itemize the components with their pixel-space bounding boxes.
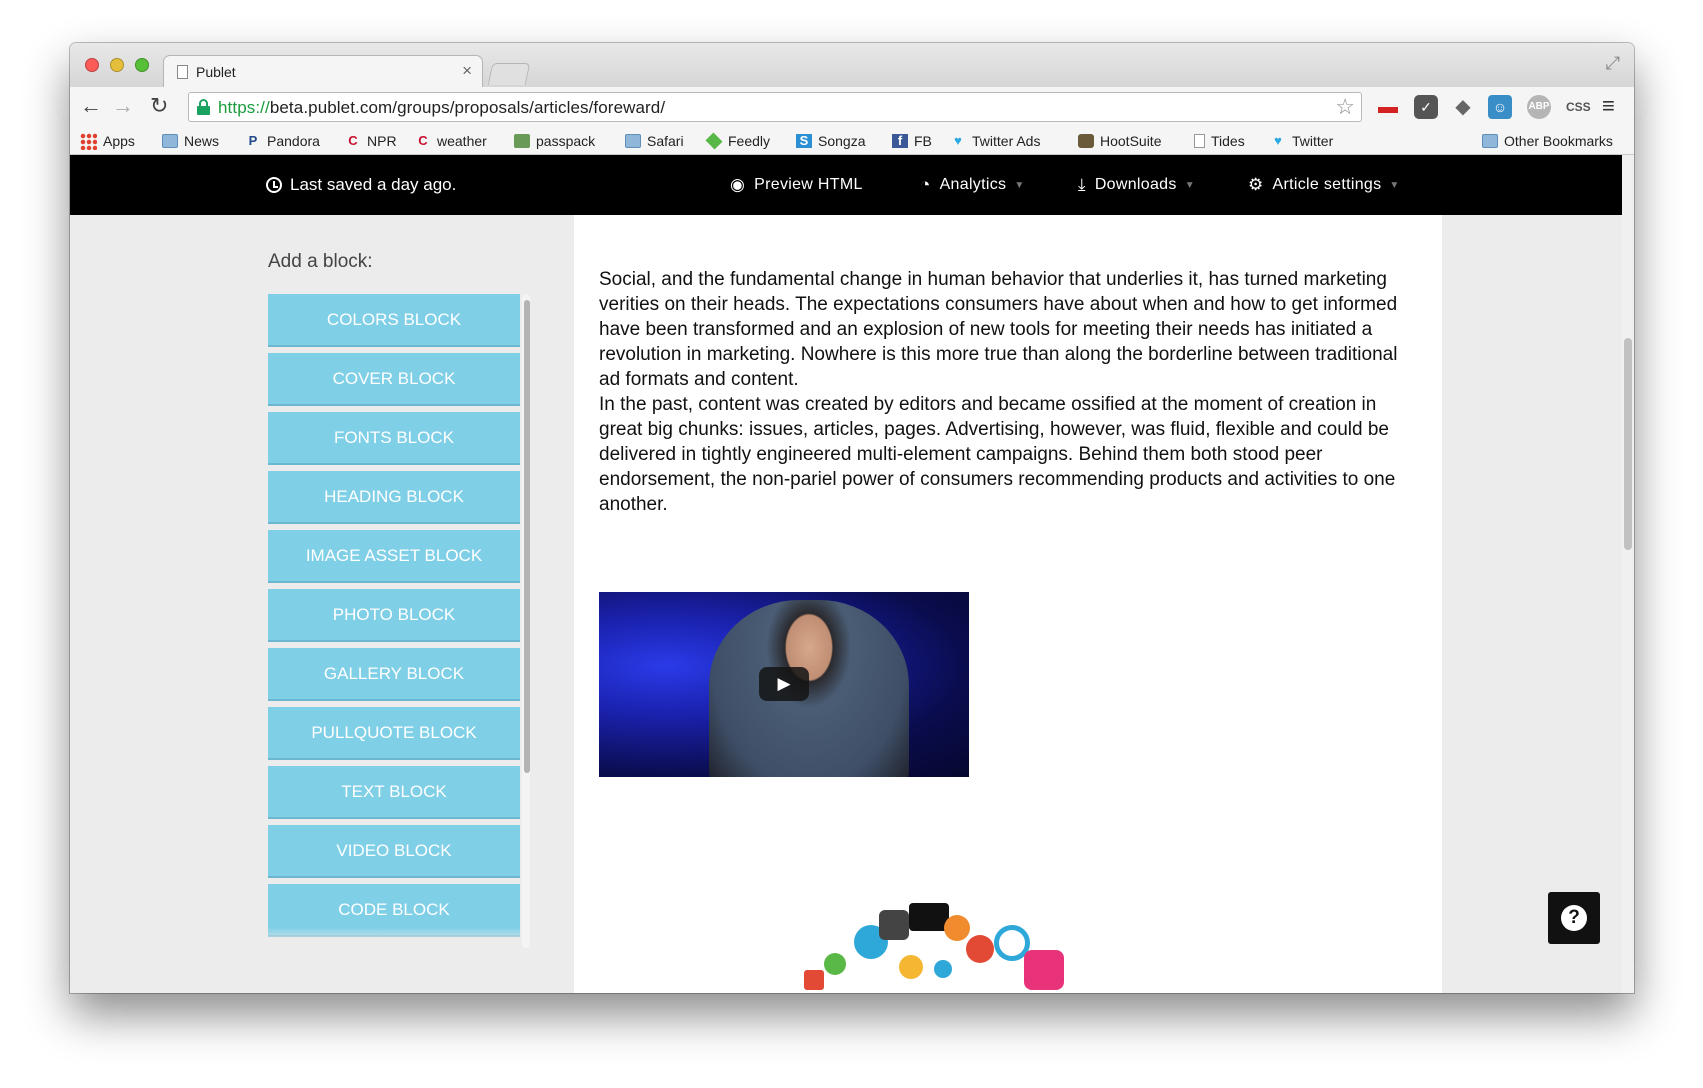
editor-header: Last saved a day ago. ◉ Preview HTML ◔ A… bbox=[70, 155, 1622, 215]
video-embed[interactable]: ▶ bbox=[599, 592, 969, 777]
folder-icon bbox=[162, 134, 178, 148]
article-settings-menu[interactable]: ⚙ Article settings ▼ bbox=[1248, 175, 1400, 195]
reload-button[interactable]: ↻ bbox=[150, 93, 168, 119]
page-scrollbar[interactable] bbox=[1622, 155, 1634, 993]
add-block-heading: Add a block: bbox=[268, 251, 373, 272]
browser-window: Publet × ⤢ ← → ↻ https://beta.publet.com… bbox=[70, 43, 1634, 993]
video-block-button[interactable]: VIDEO BLOCK bbox=[268, 825, 520, 876]
songza-icon: S bbox=[796, 134, 812, 148]
title-bar: Publet × ⤢ bbox=[70, 43, 1634, 88]
help-button[interactable]: ? bbox=[1548, 892, 1600, 944]
hamburger-menu-icon[interactable]: ≡ bbox=[1602, 93, 1615, 119]
passpack-icon bbox=[514, 134, 530, 148]
article-canvas: Social, and the fundamental change in hu… bbox=[574, 215, 1442, 993]
block-sidebar: Add a block: COLORS BLOCK COVER BLOCK FO… bbox=[70, 215, 572, 993]
sidebar-scroll-thumb[interactable] bbox=[524, 300, 530, 773]
bookmark-other[interactable]: Other Bookmarks bbox=[1482, 131, 1613, 151]
bookmark-npr[interactable]: C NPR bbox=[345, 131, 396, 151]
article-paragraph: Social, and the fundamental change in hu… bbox=[599, 269, 1398, 390]
play-icon[interactable]: ▶ bbox=[759, 667, 809, 701]
bookmark-weather[interactable]: Cweather bbox=[415, 131, 487, 151]
heading-block-button[interactable]: HEADING BLOCK bbox=[268, 471, 520, 522]
bookmark-safari[interactable]: Safari bbox=[625, 131, 684, 151]
caret-down-icon: ▼ bbox=[1389, 179, 1400, 191]
fullscreen-icon[interactable]: ⤢ bbox=[1606, 53, 1620, 74]
twitter-icon: ♥ bbox=[1274, 133, 1282, 148]
bookmark-hootsuite[interactable]: HootSuite bbox=[1078, 131, 1161, 151]
page-icon bbox=[1194, 134, 1205, 148]
colors-block-button[interactable]: COLORS BLOCK bbox=[268, 294, 520, 345]
bookmark-twitter-ads[interactable]: ♥ Twitter Ads bbox=[950, 131, 1040, 151]
pandora-icon: P bbox=[248, 133, 258, 148]
icon-cloud-illustration bbox=[704, 895, 1104, 993]
weather-icon: C bbox=[418, 133, 428, 148]
folder-icon bbox=[625, 134, 641, 148]
tab-publet[interactable]: Publet × bbox=[163, 55, 483, 88]
bookmark-pandora[interactable]: P Pandora bbox=[245, 131, 320, 151]
tab-close-icon[interactable]: × bbox=[462, 61, 472, 81]
css-viewer-icon[interactable]: CSS bbox=[1566, 95, 1591, 119]
browser-toolbar: ← → ↻ https://beta.publet.com/groups/pro… bbox=[70, 87, 1634, 127]
save-status: Last saved a day ago. bbox=[266, 175, 456, 195]
pullquote-block-button[interactable]: PULLQUOTE BLOCK bbox=[268, 707, 520, 758]
extension-owl-icon[interactable]: ☺ bbox=[1488, 95, 1512, 119]
bookmark-news[interactable]: News bbox=[162, 131, 219, 151]
cover-block-button[interactable]: COVER BLOCK bbox=[268, 353, 520, 404]
lock-icon bbox=[197, 99, 210, 115]
preview-html-button[interactable]: ◉ Preview HTML bbox=[730, 175, 863, 195]
facebook-icon: f bbox=[892, 134, 908, 148]
bookmark-passpack[interactable]: passpack bbox=[514, 131, 595, 151]
extension-sofa-icon[interactable]: ▬ bbox=[1376, 95, 1400, 119]
question-icon: ? bbox=[1561, 905, 1587, 931]
new-tab-button[interactable] bbox=[487, 63, 531, 85]
block-list[interactable]: COLORS BLOCK COVER BLOCK FONTS BLOCK HEA… bbox=[268, 294, 520, 948]
twitter-icon: ♥ bbox=[954, 133, 962, 148]
back-button[interactable]: ← bbox=[80, 93, 102, 119]
bookmark-fb[interactable]: f FB bbox=[892, 131, 932, 151]
clock-icon bbox=[266, 177, 282, 193]
photo-block-button[interactable]: PHOTO BLOCK bbox=[268, 589, 520, 640]
download-icon: ⤓ bbox=[1078, 175, 1086, 194]
tab-title: Publet bbox=[196, 64, 236, 80]
gear-icon: ⚙ bbox=[1248, 175, 1264, 194]
article-text-block[interactable]: Social, and the fundamental change in hu… bbox=[599, 267, 1419, 517]
caret-down-icon: ▼ bbox=[1014, 179, 1025, 191]
stopwatch-icon: ◔ bbox=[920, 175, 931, 194]
analytics-menu[interactable]: ◔ Analytics ▼ bbox=[920, 175, 1025, 195]
page-icon bbox=[177, 65, 188, 79]
address-bar[interactable]: https://beta.publet.com/groups/proposals… bbox=[188, 92, 1362, 122]
feedly-icon bbox=[705, 132, 723, 150]
bookmarks-bar: Apps News P Pandora C NPR Cweather passpac… bbox=[70, 127, 1634, 155]
block-list-fade bbox=[268, 927, 520, 947]
bookmark-songza[interactable]: S Songza bbox=[796, 131, 865, 151]
caret-down-icon: ▼ bbox=[1184, 179, 1195, 191]
folder-icon bbox=[1482, 134, 1498, 148]
apps-icon bbox=[80, 132, 97, 150]
adblock-plus-icon[interactable]: ABP bbox=[1527, 95, 1551, 119]
npr-icon: C bbox=[348, 133, 358, 148]
publet-editor: Last saved a day ago. ◉ Preview HTML ◔ A… bbox=[70, 155, 1622, 993]
forward-button[interactable]: → bbox=[112, 93, 134, 119]
window-maximize-button[interactable] bbox=[135, 58, 149, 72]
bookmark-apps[interactable]: Apps bbox=[80, 131, 135, 151]
extension-diamond-icon[interactable]: ◆ bbox=[1451, 95, 1475, 119]
page-scroll-thumb[interactable] bbox=[1624, 338, 1632, 550]
eye-icon: ◉ bbox=[730, 175, 746, 194]
image-asset-block-button[interactable]: IMAGE ASSET BLOCK bbox=[268, 530, 520, 581]
window-close-button[interactable] bbox=[85, 58, 99, 72]
video-thumbnail bbox=[709, 600, 909, 777]
window-minimize-button[interactable] bbox=[110, 58, 124, 72]
bookmark-tides[interactable]: Tides bbox=[1194, 131, 1245, 151]
bookmark-twitter[interactable]: ♥ Twitter bbox=[1270, 131, 1333, 151]
downloads-menu[interactable]: ⤓ Downloads ▼ bbox=[1078, 175, 1195, 195]
url-text[interactable]: https://beta.publet.com/groups/proposals… bbox=[218, 98, 665, 118]
fonts-block-button[interactable]: FONTS BLOCK bbox=[268, 412, 520, 463]
pocket-icon[interactable]: ✓ bbox=[1414, 95, 1438, 119]
gallery-block-button[interactable]: GALLERY BLOCK bbox=[268, 648, 520, 699]
hootsuite-icon bbox=[1078, 134, 1094, 148]
bookmark-star-icon[interactable]: ☆ bbox=[1335, 94, 1355, 120]
article-paragraph: In the past, content was created by edit… bbox=[599, 394, 1396, 515]
bookmark-feedly[interactable]: Feedly bbox=[705, 131, 770, 151]
text-block-button[interactable]: TEXT BLOCK bbox=[268, 766, 520, 817]
